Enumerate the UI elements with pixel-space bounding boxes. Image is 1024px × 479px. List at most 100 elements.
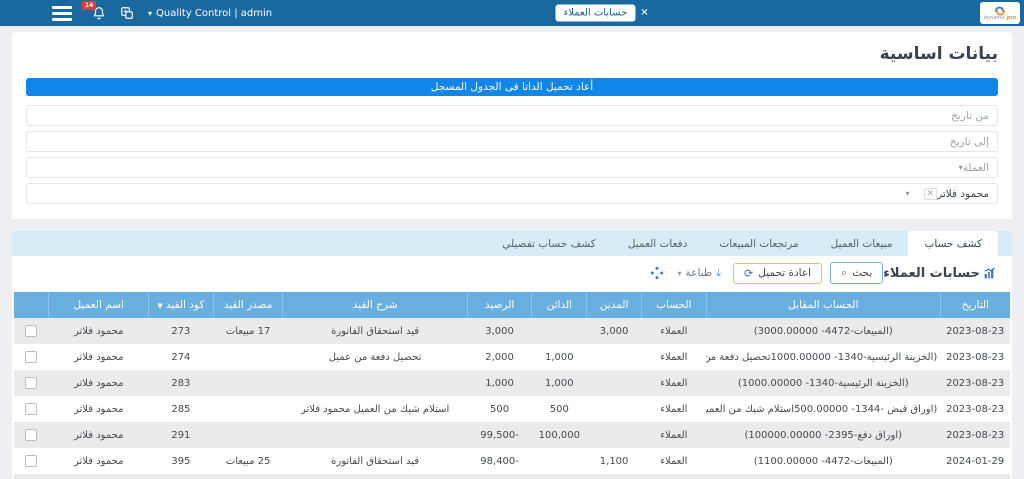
cell-debit [587, 370, 642, 396]
chart-icon [983, 267, 996, 280]
cell-debit: 3,000 [587, 318, 642, 344]
language-switch-button[interactable] [120, 6, 134, 20]
cell-source [213, 396, 283, 422]
tab-item[interactable]: مرتجعات المبيعات [703, 231, 814, 256]
cell-account: العملاء [641, 370, 706, 396]
tab-bar: كشف حساب مبيعات العميل مرتجعات المبيعات … [12, 231, 1012, 256]
row-checkbox[interactable] [25, 351, 37, 363]
logo-text: dynamic pro [984, 16, 1016, 21]
cell-date: 2023-08-23 [940, 396, 1010, 422]
from-date-input[interactable] [35, 110, 989, 122]
cell-counter_account: (اوراق دفع-2395- 100000.00000) [706, 422, 940, 448]
cell-balance: 1,000 [467, 370, 532, 396]
reload-label: اعادة تحميل [758, 267, 811, 279]
cell-customer: محمود فلاتر [49, 396, 149, 422]
cell-date: 2023-08-23 [940, 422, 1010, 448]
cell-customer: محمود فلاتر [49, 474, 149, 479]
cell-date: 2024-01-29 [940, 448, 1010, 474]
cell-code: 273 [149, 318, 214, 344]
cell-description: قيد استحقاق الفاتورة [283, 448, 467, 474]
app-logo: dynamic pro [980, 2, 1020, 24]
cell-counter_account: (الخزينة الرئيسية-1340- 1000.00000) [706, 370, 940, 396]
column-header-code[interactable]: كود القيد▼ [149, 292, 214, 318]
download-icon: ⤓ [716, 266, 721, 280]
statement-panel: كشف حساب مبيعات العميل مرتجعات المبيعات … [12, 231, 1012, 479]
column-header-date[interactable]: التاريخ [940, 292, 1010, 318]
cell-code: 395 [149, 448, 214, 474]
cell-debit: 1,100 [587, 448, 642, 474]
cell-account: العملاء [641, 422, 706, 448]
table-row: 2023-08-23(اوراق دفع-2395- 100000.00000)… [14, 422, 1010, 448]
reload-button[interactable]: ⟳ اعادة تحميل [733, 263, 822, 284]
table-row: 2023-08-23(الخزينة الرئيسية-1340- 1000.0… [14, 370, 1010, 396]
cell-customer: محمود فلاتر [49, 318, 149, 344]
statement-table: التاريخالحساب المقابلالحسابالمدينالدائنا… [14, 292, 1010, 479]
cell-source [213, 474, 283, 479]
clear-selection-icon[interactable]: ✕ [924, 188, 938, 200]
column-header-customer[interactable]: اسم العميل [49, 292, 149, 318]
table-row: 2024-01-29(المبيعات-4472- 1100.00000)الع… [14, 448, 1010, 474]
search-label: بحث [852, 267, 872, 279]
customer-selected-value: محمود فلاتر [937, 188, 989, 200]
row-checkbox[interactable] [25, 377, 37, 389]
tab-active[interactable]: كشف حساب [908, 231, 998, 256]
column-header-counter_account[interactable]: الحساب المقابل [706, 292, 940, 318]
language-icon [120, 6, 134, 20]
search-icon: ⌕ [841, 266, 847, 280]
tab-item[interactable]: مبيعات العميل [815, 231, 909, 256]
column-header-select[interactable] [14, 292, 49, 318]
cell-credit: 1,000 [532, 344, 587, 370]
notifications-button[interactable]: 14 [92, 6, 106, 21]
row-checkbox[interactable] [25, 403, 37, 415]
print-button[interactable]: ▾ طباعة ⤓ [674, 263, 726, 283]
cell-credit [532, 448, 587, 474]
sort-caret-icon: ▼ [157, 302, 162, 310]
cell-code: 283 [149, 370, 214, 396]
column-header-account[interactable]: الحساب [641, 292, 706, 318]
chevron-down-icon[interactable]: ▾ [906, 189, 910, 198]
cell-select [14, 344, 49, 370]
chevron-down-icon[interactable]: ▾ [959, 163, 963, 172]
table-row: 2023-08-23(الخزينة الرئيسية-1340- 1000.0… [14, 344, 1010, 370]
tab-item[interactable]: دفعات العميل [612, 231, 704, 256]
cell-customer: محمود فلاتر [49, 370, 149, 396]
cell-select [14, 422, 49, 448]
customer-select[interactable]: محمود فلاتر ▾ ✕ [26, 183, 998, 204]
search-button[interactable]: ⌕ بحث [830, 262, 883, 284]
cell-account: العملاء [641, 318, 706, 344]
column-header-description[interactable]: شرح القيد [283, 292, 467, 318]
column-header-credit[interactable]: الدائن [532, 292, 587, 318]
row-checkbox[interactable] [25, 455, 37, 467]
cell-account: العملاء [641, 474, 706, 479]
move-handle-icon[interactable] [650, 266, 664, 280]
chevron-down-icon: ▾ [148, 9, 152, 18]
cell-description: تحصيل دفعة من عميل [283, 344, 467, 370]
cell-source: 25 مبيعات [213, 448, 283, 474]
hamburger-menu-icon[interactable] [52, 6, 72, 21]
column-header-balance[interactable]: الرصيد [467, 292, 532, 318]
cell-description [283, 474, 467, 479]
statement-table-wrap: التاريخالحساب المقابلالحسابالمدينالدائنا… [12, 290, 1012, 479]
currency-select[interactable]: العملة ▾ [26, 157, 998, 178]
cell-date: 2023-08-23 [940, 344, 1010, 370]
reload-data-banner-button[interactable]: أعاد تحميل الداتا فى الجدول المسجل [26, 78, 998, 96]
tab-item[interactable]: كشف حساب تفصيلي [486, 231, 612, 256]
row-checkbox[interactable] [25, 429, 37, 441]
cell-counter_account: (المبيعات-4472- 3000.00000) [706, 318, 940, 344]
cell-credit: 1,000 [532, 370, 587, 396]
cell-code: 449 [149, 474, 214, 479]
row-checkbox[interactable] [25, 325, 37, 337]
cell-credit: 100,000 [532, 422, 587, 448]
to-date-input[interactable] [35, 136, 989, 148]
close-icon[interactable]: ✕ [640, 8, 648, 19]
cell-credit [532, 318, 587, 344]
cell-account: العملاء [641, 448, 706, 474]
notification-badge: 14 [82, 1, 96, 10]
cell-code: 274 [149, 344, 214, 370]
cell-select [14, 318, 49, 344]
user-menu[interactable]: ▾ Quality Control | admin [148, 8, 272, 19]
column-header-source[interactable]: مصدر القيد [213, 292, 283, 318]
column-header-debit[interactable]: المدين [587, 292, 642, 318]
chevron-down-icon: ▾ [678, 269, 682, 278]
open-screen-chip[interactable]: حسابات العملاء [556, 5, 636, 22]
